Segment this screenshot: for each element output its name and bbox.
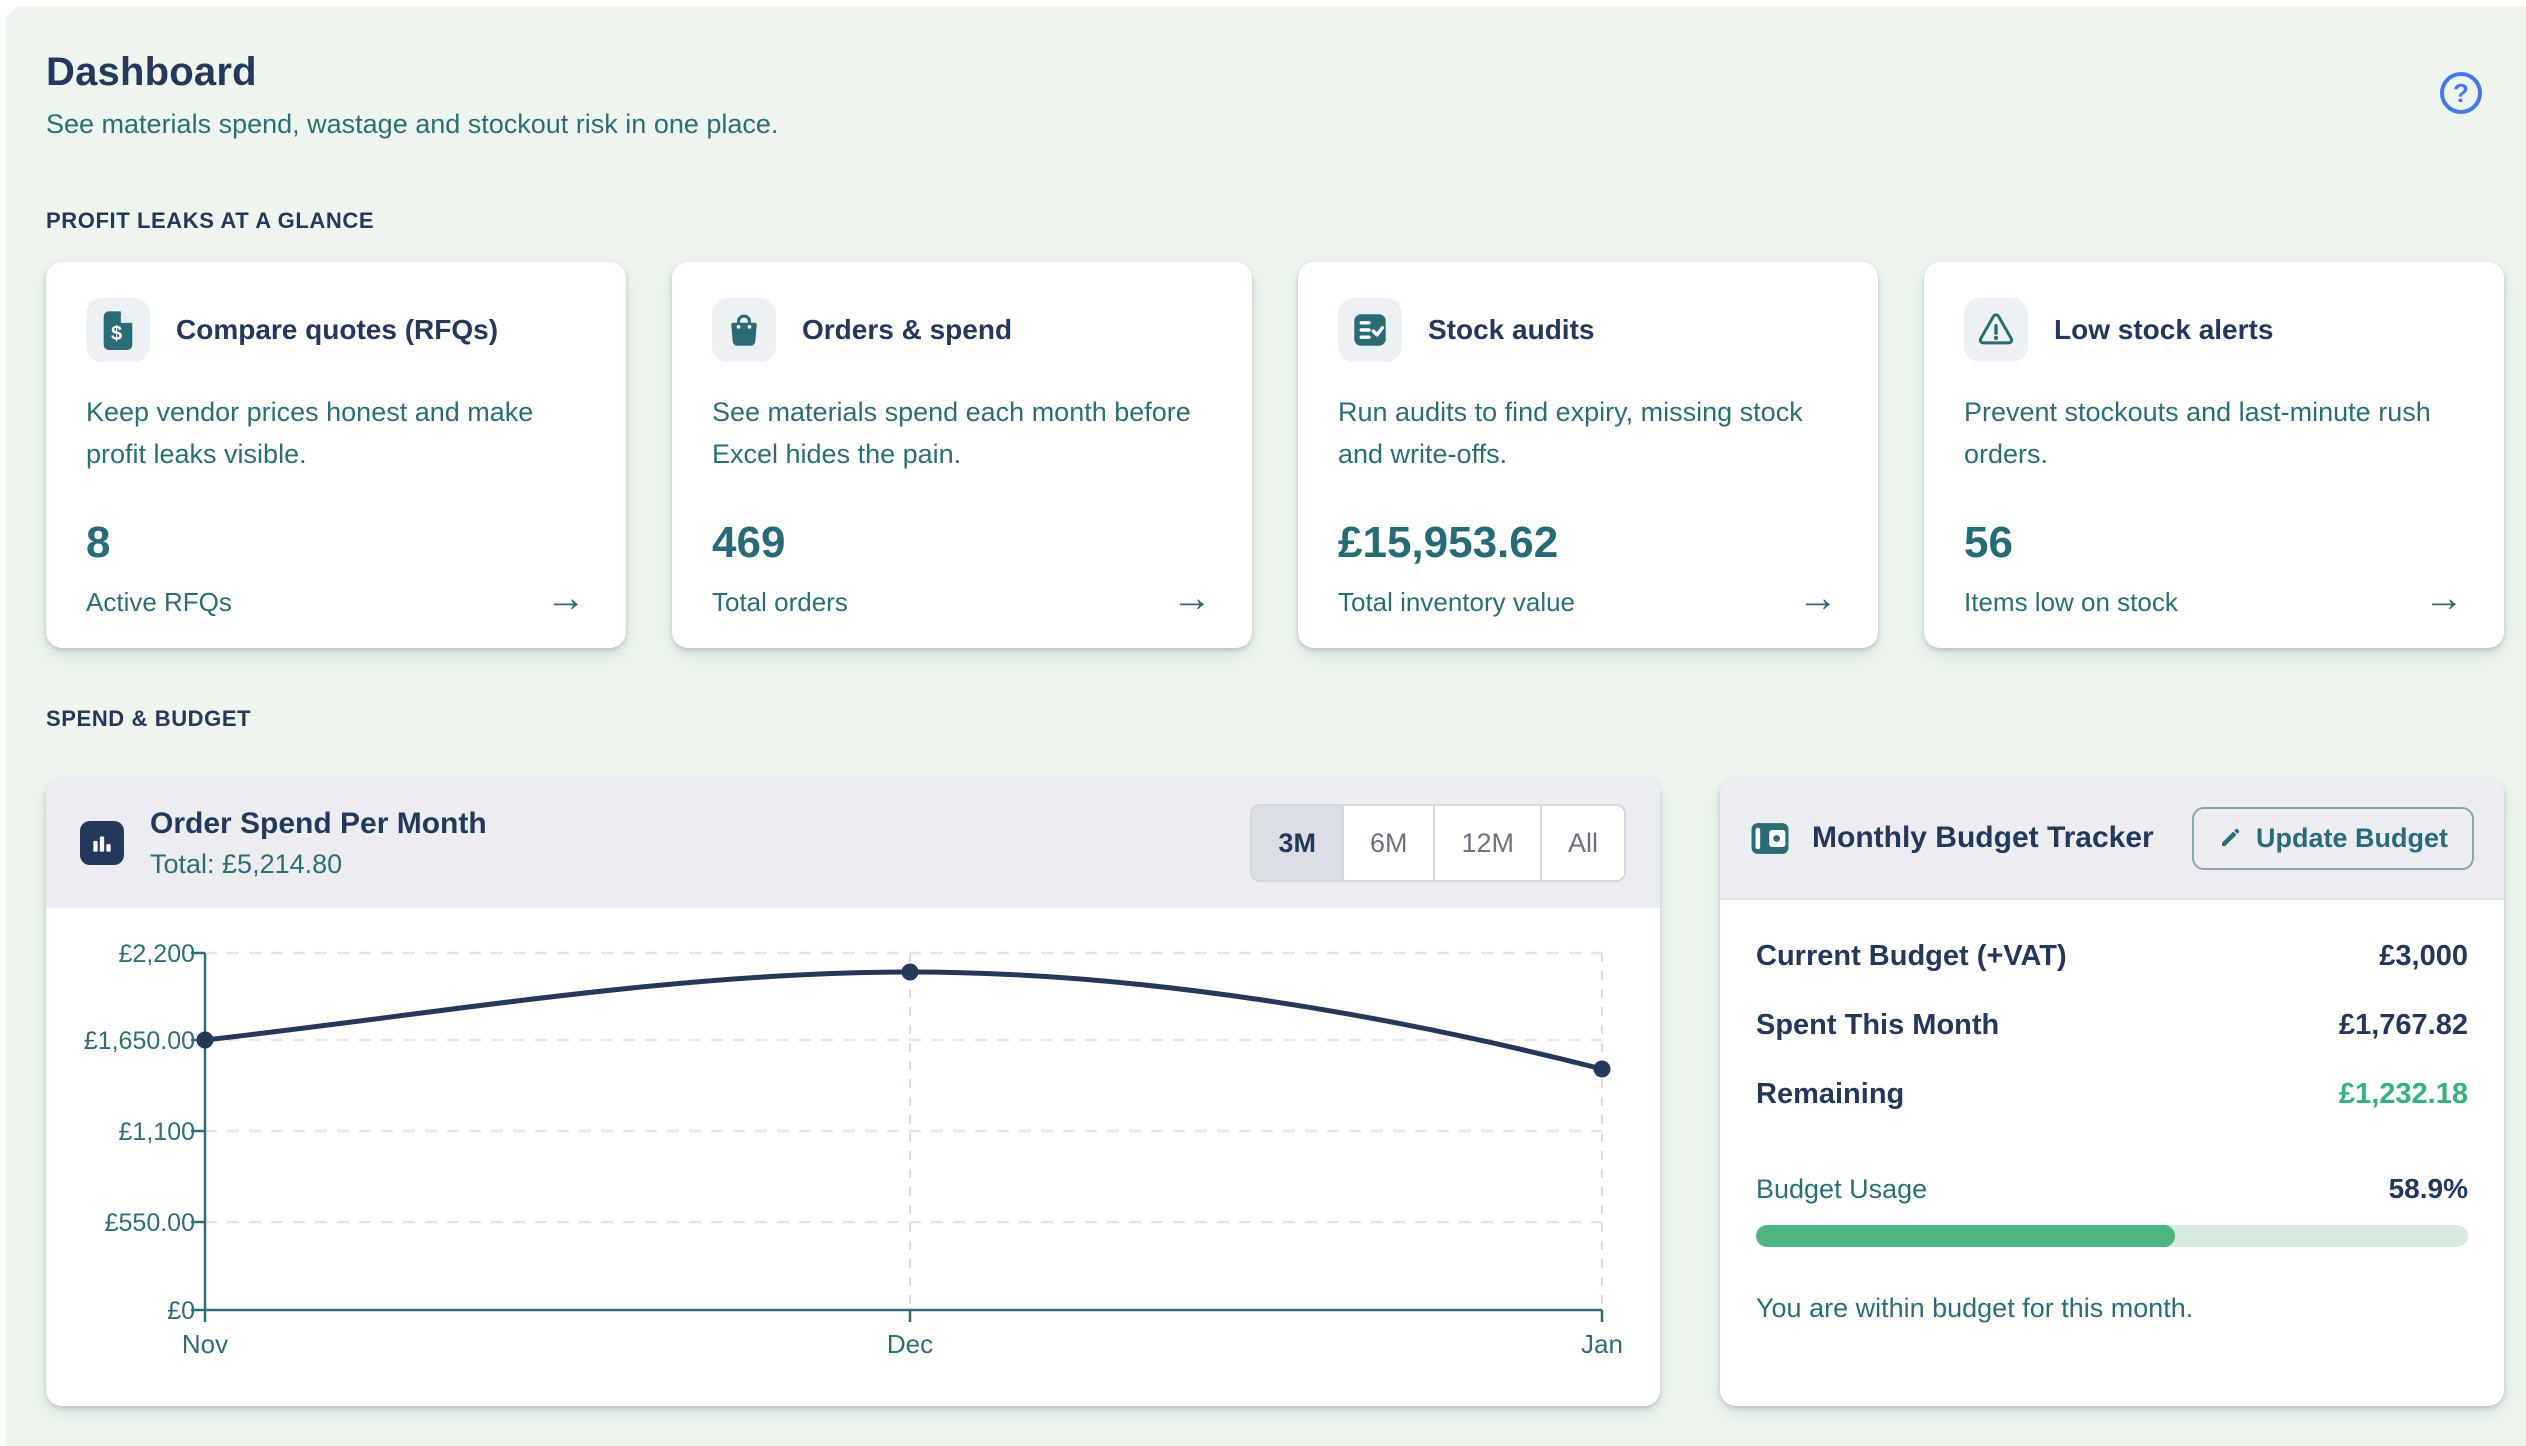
budget-body: Current Budget (+VAT) £3,000 Spent This … <box>1720 900 2504 1324</box>
section-spend-budget: SPEND & BUDGET <box>46 706 2504 732</box>
svg-text:$: $ <box>111 323 122 345</box>
card-compare-quotes[interactable]: $ Compare quotes (RFQs) Keep vendor pric… <box>46 262 626 648</box>
budget-usage-row: Budget Usage 58.9% <box>1756 1173 2468 1205</box>
spend-line-chart[interactable]: £2,200 £1,650.00 £1,100 £550.00 £0 Nov D… <box>46 908 1660 1406</box>
dashboard-page: Dashboard See materials spend, wastage a… <box>6 6 2526 1446</box>
budget-progress-track <box>1756 1225 2468 1247</box>
shopping-bag-icon <box>712 298 776 362</box>
y-tick-label: £1,100 <box>119 1118 195 1146</box>
card-low-stock-alerts[interactable]: Low stock alerts Prevent stockouts and l… <box>1924 262 2504 648</box>
budget-row-value: £1,767.82 <box>2339 1009 2468 1042</box>
monthly-budget-tracker-card: Monthly Budget Tracker Update Budget Cur… <box>1720 778 2504 1406</box>
range-button-3m[interactable]: 3M <box>1252 806 1342 880</box>
page-subtitle: See materials spend, wastage and stockou… <box>46 109 2504 140</box>
card-description: Run audits to find expiry, missing stock… <box>1338 392 1838 476</box>
budget-row-value: £1,232.18 <box>2339 1078 2468 1111</box>
wallet-icon <box>1750 820 1790 857</box>
arrow-right-icon[interactable]: → <box>1172 578 1212 618</box>
card-title: Orders & spend <box>802 314 1012 346</box>
budget-row-current: Current Budget (+VAT) £3,000 <box>1756 940 2468 973</box>
card-description: Keep vendor prices honest and make profi… <box>86 392 586 476</box>
arrow-right-icon[interactable]: → <box>546 578 586 618</box>
budget-progress-fill <box>1756 1225 2175 1247</box>
data-point-nov <box>197 1032 214 1049</box>
budget-row-remaining: Remaining £1,232.18 <box>1756 1078 2468 1111</box>
budget-usage-percent: 58.9% <box>2389 1173 2468 1205</box>
budget-usage-label: Budget Usage <box>1756 1174 1927 1205</box>
glance-cards-row: $ Compare quotes (RFQs) Keep vendor pric… <box>46 262 2504 648</box>
spend-line-series <box>205 972 1602 1069</box>
x-tick-label: Nov <box>182 1329 228 1359</box>
card-description: See materials spend each month before Ex… <box>712 392 1212 476</box>
card-title: Stock audits <box>1428 314 1594 346</box>
update-budget-label: Update Budget <box>2256 823 2448 854</box>
budget-status-message: You are within budget for this month. <box>1756 1293 2468 1324</box>
warning-triangle-icon <box>1964 298 2028 362</box>
chart-title: Order Spend Per Month <box>150 807 487 841</box>
page-title: Dashboard <box>46 50 2504 95</box>
chart-total: Total: £5,214.80 <box>150 849 487 880</box>
card-metric-value: 8 <box>86 518 586 568</box>
budget-row-value: £3,000 <box>2379 940 2468 973</box>
y-tick-label: £550.00 <box>105 1209 195 1237</box>
update-budget-button[interactable]: Update Budget <box>2192 807 2474 870</box>
card-metric-value: 469 <box>712 518 1212 568</box>
card-stock-audits[interactable]: Stock audits Run audits to find expiry, … <box>1298 262 1878 648</box>
card-metric-value: 56 <box>1964 518 2464 568</box>
budget-row-label: Current Budget (+VAT) <box>1756 940 2067 973</box>
section-profit-leaks: PROFIT LEAKS AT A GLANCE <box>46 208 2504 234</box>
question-mark-icon: ? <box>2453 78 2469 109</box>
spend-budget-row: Order Spend Per Month Total: £5,214.80 3… <box>46 778 2504 1406</box>
document-currency-icon: $ <box>86 298 150 362</box>
range-button-12m[interactable]: 12M <box>1433 806 1540 880</box>
budget-row-label: Spent This Month <box>1756 1009 1999 1042</box>
y-tick-label: £1,650.00 <box>84 1027 195 1055</box>
budget-header: Monthly Budget Tracker Update Budget <box>1720 778 2504 900</box>
pencil-icon <box>2218 826 2242 850</box>
x-tick-label: Jan <box>1581 1329 1623 1359</box>
y-tick-label: £0 <box>167 1297 195 1325</box>
chart-header: Order Spend Per Month Total: £5,214.80 3… <box>46 778 1660 908</box>
y-tick-label: £2,200 <box>119 940 195 968</box>
card-metric-label: Total orders <box>712 587 848 618</box>
card-metric-label: Active RFQs <box>86 587 232 618</box>
card-title: Low stock alerts <box>2054 314 2273 346</box>
card-description: Prevent stockouts and last-minute rush o… <box>1964 392 2464 476</box>
range-button-6m[interactable]: 6M <box>1342 806 1434 880</box>
checklist-icon <box>1338 298 1402 362</box>
page-header: Dashboard See materials spend, wastage a… <box>46 50 2504 140</box>
range-toggle-group: 3M 6M 12M All <box>1250 804 1626 882</box>
budget-row-spent: Spent This Month £1,767.82 <box>1756 1009 2468 1042</box>
card-metric-label: Total inventory value <box>1338 587 1575 618</box>
bar-chart-icon <box>80 821 124 865</box>
x-tick-label: Dec <box>887 1329 933 1359</box>
budget-title: Monthly Budget Tracker <box>1812 821 2154 855</box>
help-button[interactable]: ? <box>2440 72 2482 114</box>
card-metric-label: Items low on stock <box>1964 587 2178 618</box>
range-button-all[interactable]: All <box>1540 806 1624 880</box>
card-title: Compare quotes (RFQs) <box>176 314 498 346</box>
order-spend-chart-card: Order Spend Per Month Total: £5,214.80 3… <box>46 778 1660 1406</box>
data-point-dec <box>902 964 919 981</box>
budget-row-label: Remaining <box>1756 1078 1904 1111</box>
data-point-jan <box>1594 1061 1611 1078</box>
arrow-right-icon[interactable]: → <box>2424 578 2464 618</box>
arrow-right-icon[interactable]: → <box>1798 578 1838 618</box>
card-orders-spend[interactable]: Orders & spend See materials spend each … <box>672 262 1252 648</box>
card-metric-value: £15,953.62 <box>1338 518 1838 568</box>
